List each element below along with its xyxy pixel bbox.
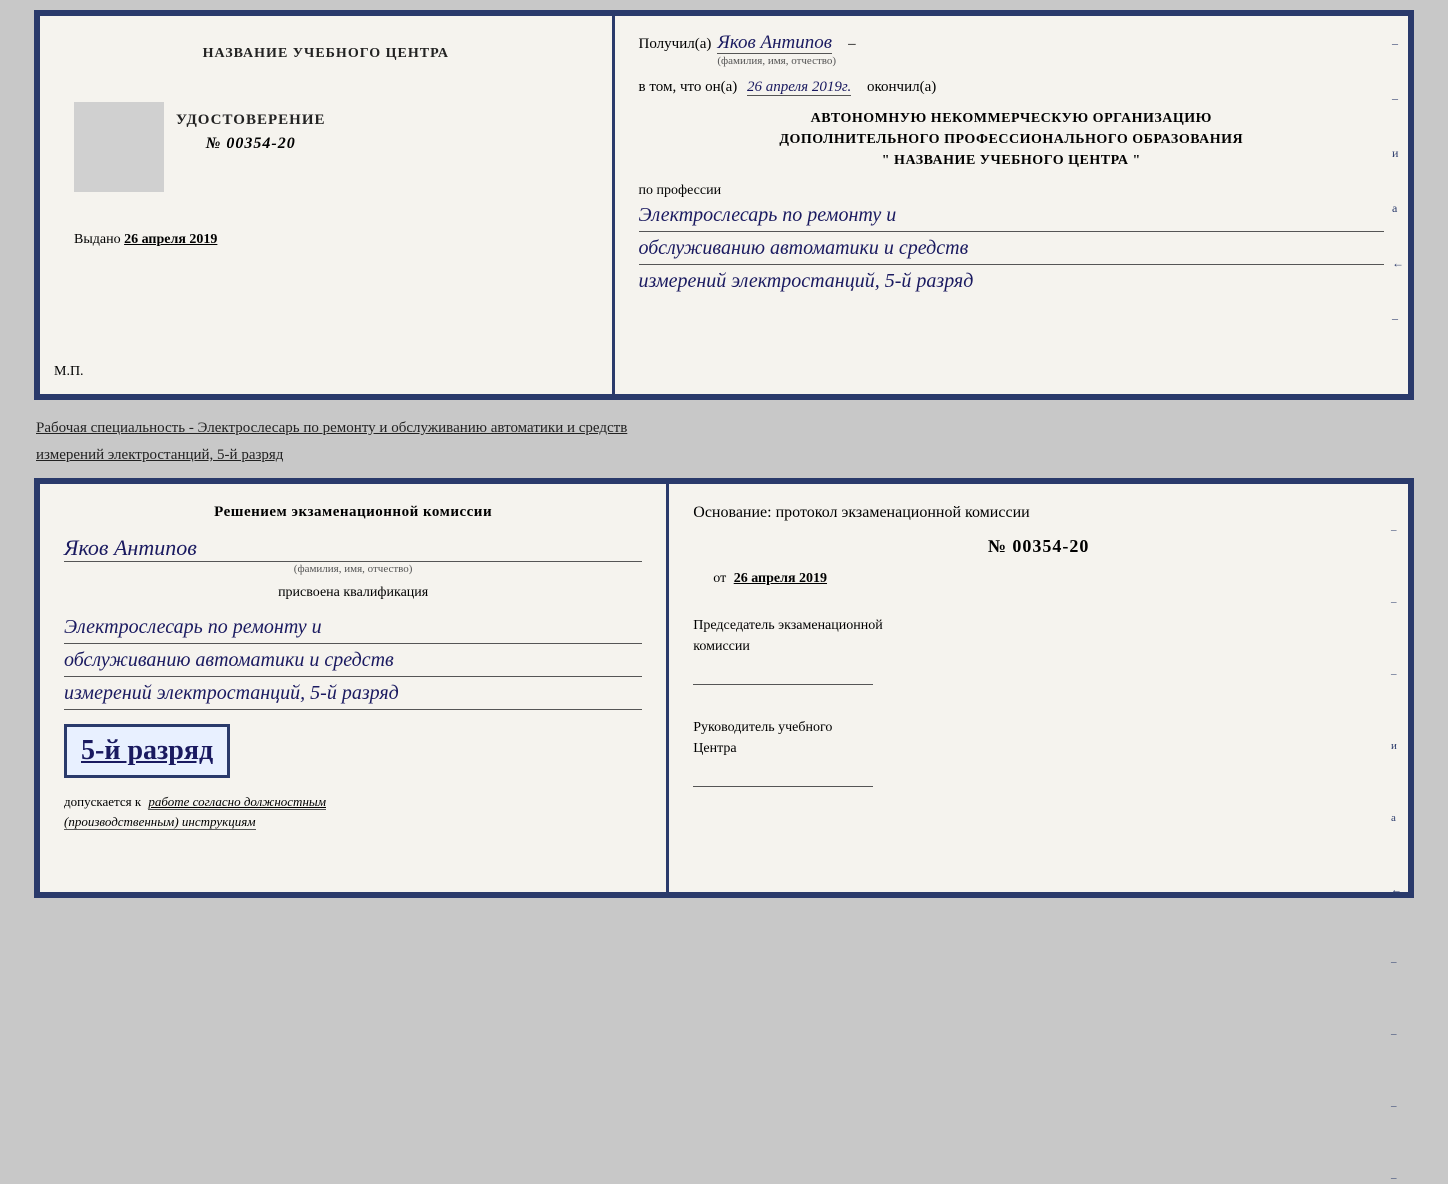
org-block: АВТОНОМНУЮ НЕКОММЕРЧЕСКУЮ ОРГАНИЗАЦИЮ ДО…	[639, 108, 1384, 171]
training-center-name-top: НАЗВАНИЕ УЧЕБНОГО ЦЕНТРА	[203, 46, 449, 62]
bottom-right-marks: – – – и а ← – – – –	[1391, 524, 1402, 1184]
specialty-text: Рабочая специальность - Электрослесарь п…	[36, 412, 1412, 439]
qual-line3: измерений электростанций, 5-й разряд	[64, 677, 642, 710]
dash1: –	[848, 36, 856, 53]
right-decorative-marks: – – и а ← –	[1392, 36, 1404, 326]
profession-line3: измерений электростанций, 5-й разряд	[639, 265, 1384, 297]
profession-lines: Электрослесарь по ремонту и обслуживанию…	[639, 199, 1384, 297]
org-line3: " НАЗВАНИЕ УЧЕБНОГО ЦЕНТРА "	[639, 150, 1384, 171]
recipient-block: Яков Антипов (фамилия, имя, отчество)	[717, 32, 836, 67]
cert-block: УДОСТОВЕРЕНИЕ № 00354-20	[176, 102, 326, 159]
grade-box: 5-й разряд	[64, 724, 230, 778]
stamp-placeholder	[74, 102, 164, 192]
bottom-fio-subtext: (фамилия, имя, отчество)	[64, 563, 642, 575]
basis-label: Основание: протокол экзаменационной коми…	[693, 504, 1384, 522]
bottom-diploma-left: Решением экзаменационной комиссии Яков А…	[40, 484, 669, 892]
допуск-italic: (производственным) инструкциям	[64, 814, 256, 830]
issued-line: Выдано 26 апреля 2019	[74, 232, 217, 248]
document-container: НАЗВАНИЕ УЧЕБНОГО ЦЕНТРА УДОСТОВЕРЕНИЕ №…	[34, 10, 1414, 898]
chairman-line2: комиссии	[693, 636, 1384, 657]
protocol-number: № 00354-20	[693, 536, 1384, 557]
bottom-diploma-right: Основание: протокол экзаменационной коми…	[669, 484, 1408, 892]
mp-label: М.П.	[54, 364, 84, 380]
допуск-underline: работе согласно должностным	[148, 794, 326, 810]
director-sign-line	[693, 763, 873, 787]
bottom-diploma-spread: Решением экзаменационной комиссии Яков А…	[34, 478, 1414, 898]
director-block: Руководитель учебного Центра	[693, 717, 1384, 791]
profession-label: по профессии	[639, 183, 1384, 199]
recipient-name: Яков Антипов	[717, 32, 832, 54]
from-date: 26 апреля 2019	[734, 571, 827, 586]
date-line: в том, что он(а) 26 апреля 2019г. окончи…	[639, 79, 1384, 96]
допуск-block: допускается к работе согласно должностны…	[64, 792, 642, 831]
fio-subtext: (фамилия, имя, отчество)	[717, 55, 836, 67]
bottom-qual-lines: Электрослесарь по ремонту и обслуживанию…	[64, 611, 642, 710]
recipient-line: Получил(а) Яков Антипов (фамилия, имя, о…	[639, 32, 1384, 67]
finished-label: окончил(а)	[867, 79, 936, 95]
decision-text: Решением экзаменационной комиссии	[64, 504, 642, 521]
chairman-sign-line	[693, 661, 873, 685]
assigned-label: присвоена квалификация	[64, 585, 642, 601]
specialty-text-block: Рабочая специальность - Электрослесарь п…	[34, 408, 1414, 470]
bottom-name: Яков Антипов	[64, 535, 642, 562]
chairman-line1: Председатель экзаменационной	[693, 615, 1384, 636]
from-label: от	[713, 571, 726, 586]
допуск-prefix: допускается к	[64, 794, 141, 809]
chairman-block: Председатель экзаменационной комиссии	[693, 615, 1384, 689]
org-line1: АВТОНОМНУЮ НЕКОММЕРЧЕСКУЮ ОРГАНИЗАЦИЮ	[639, 108, 1384, 129]
top-diploma-left: НАЗВАНИЕ УЧЕБНОГО ЦЕНТРА УДОСТОВЕРЕНИЕ №…	[40, 16, 615, 394]
top-diploma-spread: НАЗВАНИЕ УЧЕБНОГО ЦЕНТРА УДОСТОВЕРЕНИЕ №…	[34, 10, 1414, 400]
director-line1: Руководитель учебного	[693, 717, 1384, 738]
bottom-name-block: Яков Антипов (фамилия, имя, отчество)	[64, 531, 642, 575]
issued-date: 26 апреля 2019	[124, 232, 217, 247]
cert-label: УДОСТОВЕРЕНИЕ	[176, 112, 326, 129]
top-diploma-right: Получил(а) Яков Антипов (фамилия, имя, о…	[615, 16, 1408, 394]
profession-block: по профессии Электрослесарь по ремонту и…	[639, 183, 1384, 297]
director-line2: Центра	[693, 738, 1384, 759]
profession-line1: Электрослесарь по ремонту и	[639, 199, 1384, 232]
date-completed: 26 апреля 2019г.	[747, 79, 851, 96]
cert-number: № 00354-20	[206, 135, 296, 153]
grade-block: 5-й разряд	[64, 720, 642, 782]
qual-line2: обслуживанию автоматики и средств	[64, 644, 642, 677]
profession-line2: обслуживанию автоматики и средств	[639, 232, 1384, 265]
qual-line1: Электрослесарь по ремонту и	[64, 611, 642, 644]
specialty-text2: измерений электростанций, 5-й разряд	[36, 439, 1412, 466]
in-that-label: в том, что он(а)	[639, 79, 738, 95]
protocol-date-line: от 26 апреля 2019	[713, 571, 1384, 587]
received-label: Получил(а)	[639, 36, 712, 53]
org-line2: ДОПОЛНИТЕЛЬНОГО ПРОФЕССИОНАЛЬНОГО ОБРАЗО…	[639, 129, 1384, 150]
issued-label: Выдано	[74, 232, 121, 247]
